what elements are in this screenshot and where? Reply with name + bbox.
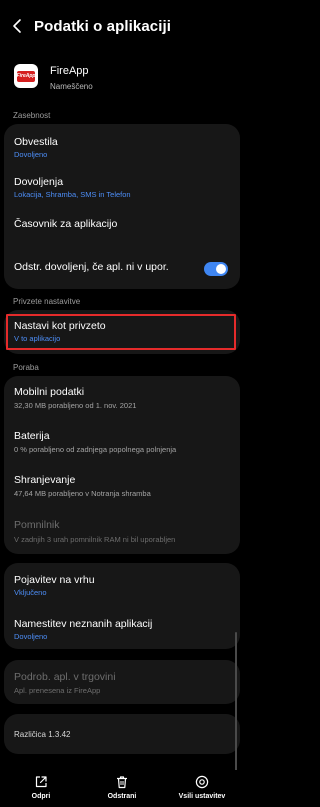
privacy-card: Obvestila Dovoljeno Dovoljenja Lokacija,… (4, 124, 240, 289)
appear-on-top-row[interactable]: Pojavitev na vrhu Vključeno (4, 563, 240, 606)
uninstall-button[interactable]: Odstrani (92, 774, 152, 800)
install-unknown-row[interactable]: Namestitev neznanih aplikacij Dovoljeno (4, 606, 240, 649)
app-identity: FireApp FireApp Nameščeno (0, 58, 244, 102)
mobile-data-title: Mobilni podatki (14, 386, 85, 398)
memory-row: Pomnilnik V zadnjih 3 urah pomnilnik RAM… (4, 509, 240, 554)
force-stop-button[interactable]: Vsili ustavitev (172, 774, 232, 800)
uninstall-label: Odstrani (107, 793, 137, 800)
version-label: Različica 1.3.42 (14, 730, 71, 739)
storage-subtitle: 47,64 MB porabljeno v Notranja shramba (14, 489, 151, 498)
version-card: Različica 1.3.42 (4, 714, 240, 754)
memory-subtitle: V zadnjih 3 urah pomnilnik RAM ni bil up… (14, 535, 176, 544)
scrollbar[interactable] (235, 632, 237, 772)
remove-permissions-row[interactable]: Odstr. dovoljenj, če apl. ni v upor. (4, 244, 240, 289)
appear-on-top-title: Pojavitev na vrhu (14, 574, 95, 586)
trash-icon (117, 776, 127, 789)
notifications-row[interactable]: Obvestila Dovoljeno (4, 124, 240, 164)
battery-title: Baterija (14, 430, 50, 442)
remove-permissions-toggle[interactable] (204, 262, 228, 276)
open-external-icon (35, 776, 47, 788)
app-logo: FireApp (14, 64, 38, 88)
battery-subtitle: 0 % porabljeno od zadnjega popolnega pol… (14, 445, 177, 454)
install-unknown-title: Namestitev neznanih aplikacij (14, 618, 153, 630)
store-details-subtitle: Apl. prenesena iz FireApp (14, 686, 101, 695)
section-title-defaults: Privzete nastavitve (13, 297, 81, 306)
toggle-knob (216, 264, 226, 274)
permissions-subtitle: Lokacija, Shramba, SMS in Telefon (14, 190, 131, 199)
section-title-privacy: Zasebnost (13, 111, 51, 120)
section-title-usage: Poraba (13, 363, 39, 372)
advanced-card: Pojavitev na vrhu Vključeno Namestitev n… (4, 563, 240, 649)
open-button[interactable]: Odpri (11, 774, 71, 800)
permissions-row[interactable]: Dovoljenja Lokacija, Shramba, SMS in Tel… (4, 164, 240, 204)
store-details-title: Podrob. apl. v trgovini (14, 671, 116, 683)
remove-permissions-title: Odstr. dovoljenj, če apl. ni v upor. (14, 261, 169, 273)
bottom-action-bar: Odpri Odstrani Vsili ustavitev (0, 770, 244, 807)
page-title: Podatki o aplikaciji (34, 18, 172, 35)
back-arrow-icon[interactable] (10, 18, 24, 34)
notifications-subtitle: Dovoljeno (14, 150, 48, 159)
app-install-status: Nameščeno (50, 82, 93, 91)
storage-row[interactable]: Shranjevanje 47,64 MB porabljeno v Notra… (4, 464, 240, 509)
store-card: Podrob. apl. v trgovini Apl. prenesena i… (4, 660, 240, 704)
mobile-data-row[interactable]: Mobilni podatki 32,30 MB porabljeno od 1… (4, 376, 240, 420)
highlight-box (6, 314, 236, 350)
notifications-title: Obvestila (14, 136, 58, 148)
battery-row[interactable]: Baterija 0 % porabljeno od zadnjega popo… (4, 420, 240, 464)
usage-card: Mobilni podatki 32,30 MB porabljeno od 1… (4, 376, 240, 554)
memory-title: Pomnilnik (14, 519, 60, 531)
permissions-title: Dovoljenja (14, 176, 64, 188)
install-unknown-subtitle: Dovoljeno (14, 632, 48, 641)
app-logo-badge: FireApp (17, 70, 35, 82)
app-name: FireApp (50, 65, 89, 77)
mobile-data-subtitle: 32,30 MB porabljeno od 1. nov. 2021 (14, 401, 137, 410)
storage-title: Shranjevanje (14, 474, 76, 486)
app-bar: Podatki o aplikaciji (0, 0, 244, 56)
force-stop-label: Vsili ustavitev (178, 793, 226, 800)
store-details-row: Podrob. apl. v trgovini Apl. prenesena i… (4, 660, 240, 704)
open-label: Odpri (31, 793, 51, 800)
force-stop-icon (195, 775, 209, 789)
appear-on-top-subtitle: Vključeno (14, 588, 47, 597)
screen-time-title: Časovnik za aplikacijo (14, 218, 118, 230)
screen-time-row[interactable]: Časovnik za aplikacijo (4, 204, 240, 244)
